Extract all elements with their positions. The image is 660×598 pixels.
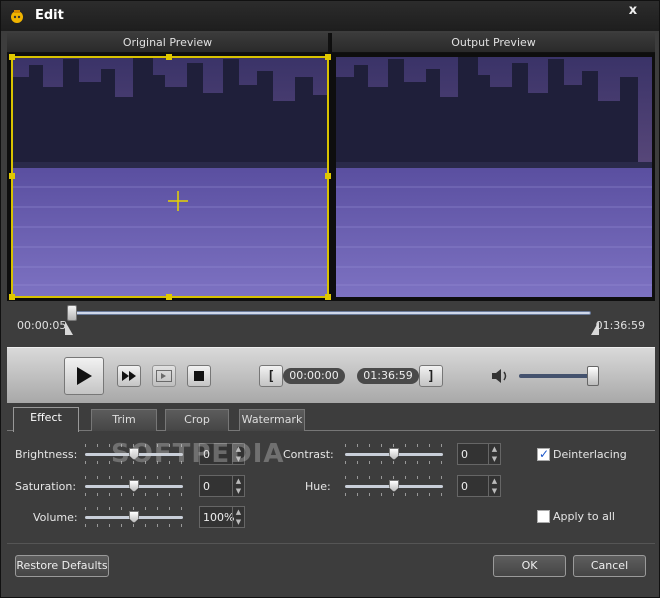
timeline: 00:00:05 01:36:59: [7, 303, 655, 347]
original-preview-label: Original Preview: [7, 33, 330, 53]
speaker-icon[interactable]: [491, 368, 511, 384]
saturation-spinbox[interactable]: 0 ▲ ▼: [199, 475, 245, 497]
saturation-slider[interactable]: [85, 476, 183, 496]
close-button[interactable]: x: [615, 4, 651, 22]
original-preview-image[interactable]: [11, 57, 329, 297]
tab-trim[interactable]: Trim: [91, 409, 157, 431]
output-preview-image: [336, 57, 652, 297]
hue-stepper-arrows[interactable]: ▲ ▼: [488, 476, 500, 496]
set-start-button[interactable]: [: [259, 365, 283, 387]
deinterlacing-checkbox[interactable]: [537, 447, 550, 461]
restore-defaults-button[interactable]: Restore Defaults: [15, 555, 109, 577]
volume-spinbox[interactable]: 100% ▲ ▼: [199, 506, 245, 528]
hue-value[interactable]: 0: [461, 480, 468, 493]
effect-panel: Brightness: 0 ▲▼ Contrast: 0 ▲▼ Deinterl…: [7, 431, 655, 541]
trim-start-marker[interactable]: [65, 321, 73, 335]
tab-effect[interactable]: Effect: [13, 407, 79, 432]
contrast-slider-thumb[interactable]: [389, 448, 399, 460]
volume-slider-track[interactable]: [519, 374, 597, 378]
timeline-position-thumb[interactable]: [67, 305, 77, 321]
hue-label: Hue:: [305, 480, 331, 493]
ok-button[interactable]: OK: [493, 555, 566, 577]
tab-watermark[interactable]: Watermark: [239, 409, 305, 431]
divider: [7, 543, 655, 544]
trim-end-time: 01:36:59: [357, 368, 419, 384]
apply-to-all-label[interactable]: Apply to all: [553, 510, 615, 523]
stop-icon: [194, 371, 204, 381]
fast-forward-icon: [122, 371, 136, 381]
hue-spinbox[interactable]: 0 ▲ ▼: [457, 475, 501, 497]
title-bar: Edit x: [1, 1, 659, 31]
contrast-stepper-arrows[interactable]: ▲ ▼: [488, 444, 500, 464]
volume-value[interactable]: 100%: [203, 511, 234, 524]
contrast-value[interactable]: 0: [461, 448, 468, 461]
contrast-spinbox[interactable]: 0 ▲ ▼: [457, 443, 501, 465]
play-icon: [77, 367, 92, 385]
volume-effect-slider-thumb[interactable]: [129, 511, 139, 523]
trim-start-time: 00:00:00: [283, 368, 345, 384]
volume-stepper-arrows[interactable]: ▲ ▼: [232, 507, 244, 527]
timeline-track[interactable]: [69, 311, 591, 315]
saturation-slider-thumb[interactable]: [129, 480, 139, 492]
next-frame-button[interactable]: [152, 365, 176, 387]
volume-slider-thumb[interactable]: [587, 366, 599, 386]
preview-area: Original Preview Output Preview: [7, 33, 655, 301]
edit-tabs: Effect Trim Crop Watermark: [7, 405, 655, 432]
saturation-stepper-arrows[interactable]: ▲ ▼: [232, 476, 244, 496]
volume-effect-slider[interactable]: [85, 507, 183, 527]
app-icon: [11, 10, 23, 23]
stop-button[interactable]: [187, 365, 211, 387]
window-title: Edit: [35, 8, 64, 23]
apply-to-all-checkbox[interactable]: [537, 510, 550, 523]
output-preview-label: Output Preview: [332, 33, 655, 53]
hue-slider[interactable]: [345, 476, 443, 496]
cancel-button[interactable]: Cancel: [573, 555, 646, 577]
play-button[interactable]: [64, 357, 104, 395]
saturation-label: Saturation:: [15, 480, 77, 493]
deinterlacing-label[interactable]: Deinterlacing: [553, 448, 627, 461]
brightness-label: Brightness:: [15, 448, 78, 461]
hue-slider-thumb[interactable]: [389, 480, 399, 492]
current-time: 00:00:05: [17, 319, 67, 332]
tab-crop[interactable]: Crop: [165, 409, 229, 431]
volume-label: Volume:: [33, 511, 78, 524]
edit-dialog: Edit x Original Preview Output Preview 0…: [0, 0, 660, 598]
fast-forward-button[interactable]: [117, 365, 141, 387]
contrast-label: Contrast:: [283, 448, 334, 461]
contrast-slider[interactable]: [345, 444, 443, 464]
set-end-button[interactable]: ]: [419, 365, 443, 387]
playback-controls: [ 00:00:00 01:36:59 ]: [7, 347, 655, 403]
next-frame-icon: [156, 370, 172, 382]
total-time: 01:36:59: [595, 319, 645, 332]
softpedia-watermark: SOFTPEDIA: [111, 439, 285, 469]
saturation-value[interactable]: 0: [203, 480, 210, 493]
